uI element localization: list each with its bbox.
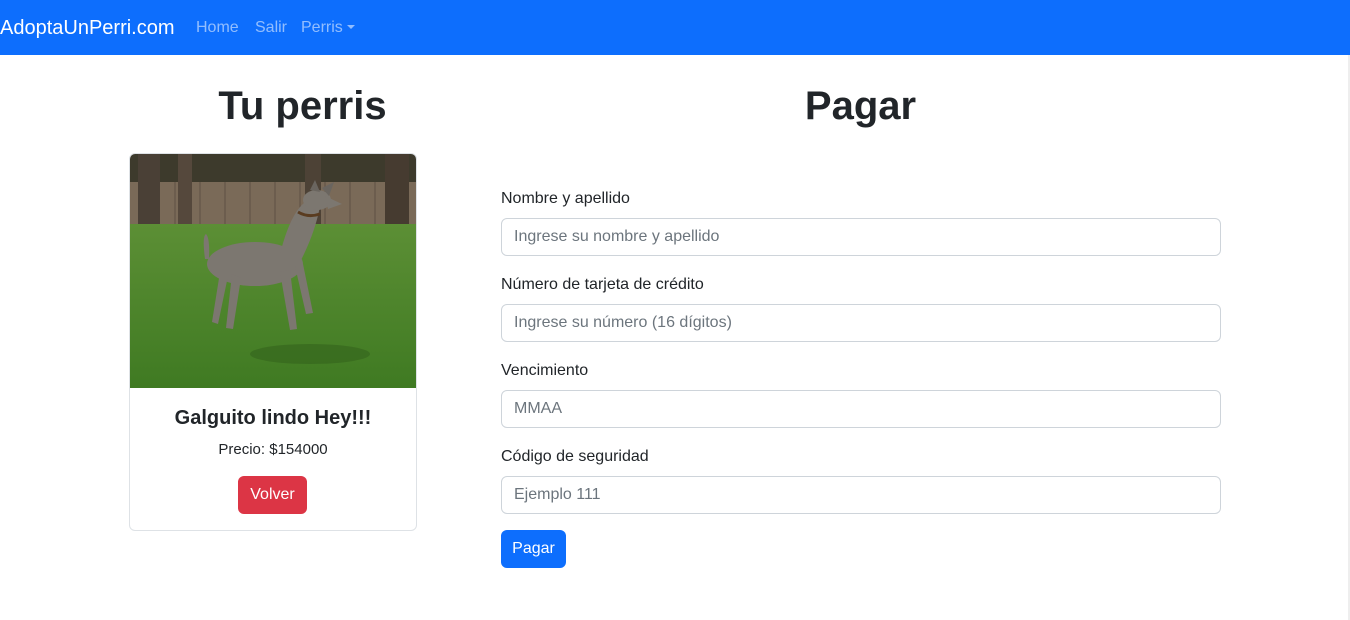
name-input[interactable] [501,218,1221,256]
dog-name: Galguito lindo Hey!!! [174,407,372,429]
field-label-security-code: Código de seguridad [501,448,649,465]
dog-card: Galguito lindo Hey!!! Precio: $154000 Vo… [129,153,417,531]
brand-link[interactable]: AdoptaUnPerri.com [0,15,175,41]
navbar: AdoptaUnPerri.com Home Salir Perris [0,0,1350,55]
card-number-input[interactable] [501,304,1221,342]
pay-button[interactable]: Pagar [501,530,566,568]
chevron-down-icon [346,25,355,29]
nav-dropdown-perris[interactable]: Perris [301,18,355,38]
security-code-input[interactable] [501,476,1221,514]
nav-link-salir[interactable]: Salir [255,18,287,38]
field-label-card-number: Número de tarjeta de crédito [501,276,704,293]
field-label-expiry: Vencimiento [501,362,589,379]
dog-image [130,154,416,388]
back-button[interactable]: Volver [238,476,307,514]
expiry-input[interactable] [501,390,1221,428]
payment-heading: Pagar [804,84,917,128]
cart-heading: Tu perris [218,84,387,128]
field-label-name: Nombre y apellido [501,190,630,207]
dog-price: Precio: $154000 [218,441,328,458]
nav-link-home[interactable]: Home [196,18,239,38]
nav-dropdown-label: Perris [301,19,343,36]
